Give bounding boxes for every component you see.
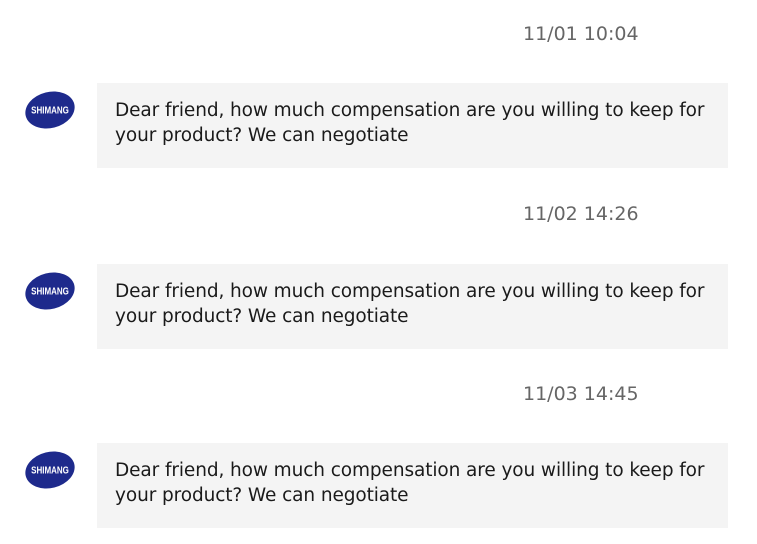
message-text: Dear friend, how much compensation are y… bbox=[115, 281, 705, 327]
avatar[interactable]: SHIMANG bbox=[24, 450, 76, 490]
shimang-logo-icon: SHIMANG bbox=[25, 451, 75, 489]
chat-thread: 11/01 10:04 SHIMANG Dear friend, how muc… bbox=[0, 0, 757, 544]
avatar-label: SHIMANG bbox=[31, 465, 69, 476]
shimang-logo-icon: SHIMANG bbox=[25, 272, 75, 310]
message-timestamp: 11/03 14:45 bbox=[523, 383, 639, 405]
shimang-logo-icon: SHIMANG bbox=[25, 91, 75, 129]
message-bubble: Dear friend, how much compensation are y… bbox=[97, 443, 728, 528]
avatar-label: SHIMANG bbox=[31, 105, 69, 116]
avatar[interactable]: SHIMANG bbox=[24, 271, 76, 311]
message-bubble: Dear friend, how much compensation are y… bbox=[97, 83, 728, 168]
message-text: Dear friend, how much compensation are y… bbox=[115, 460, 705, 506]
message-timestamp: 11/01 10:04 bbox=[523, 23, 639, 45]
message-timestamp: 11/02 14:26 bbox=[523, 203, 639, 225]
message-bubble: Dear friend, how much compensation are y… bbox=[97, 264, 728, 349]
avatar-label: SHIMANG bbox=[31, 286, 69, 297]
avatar[interactable]: SHIMANG bbox=[24, 90, 76, 130]
message-text: Dear friend, how much compensation are y… bbox=[115, 100, 705, 146]
